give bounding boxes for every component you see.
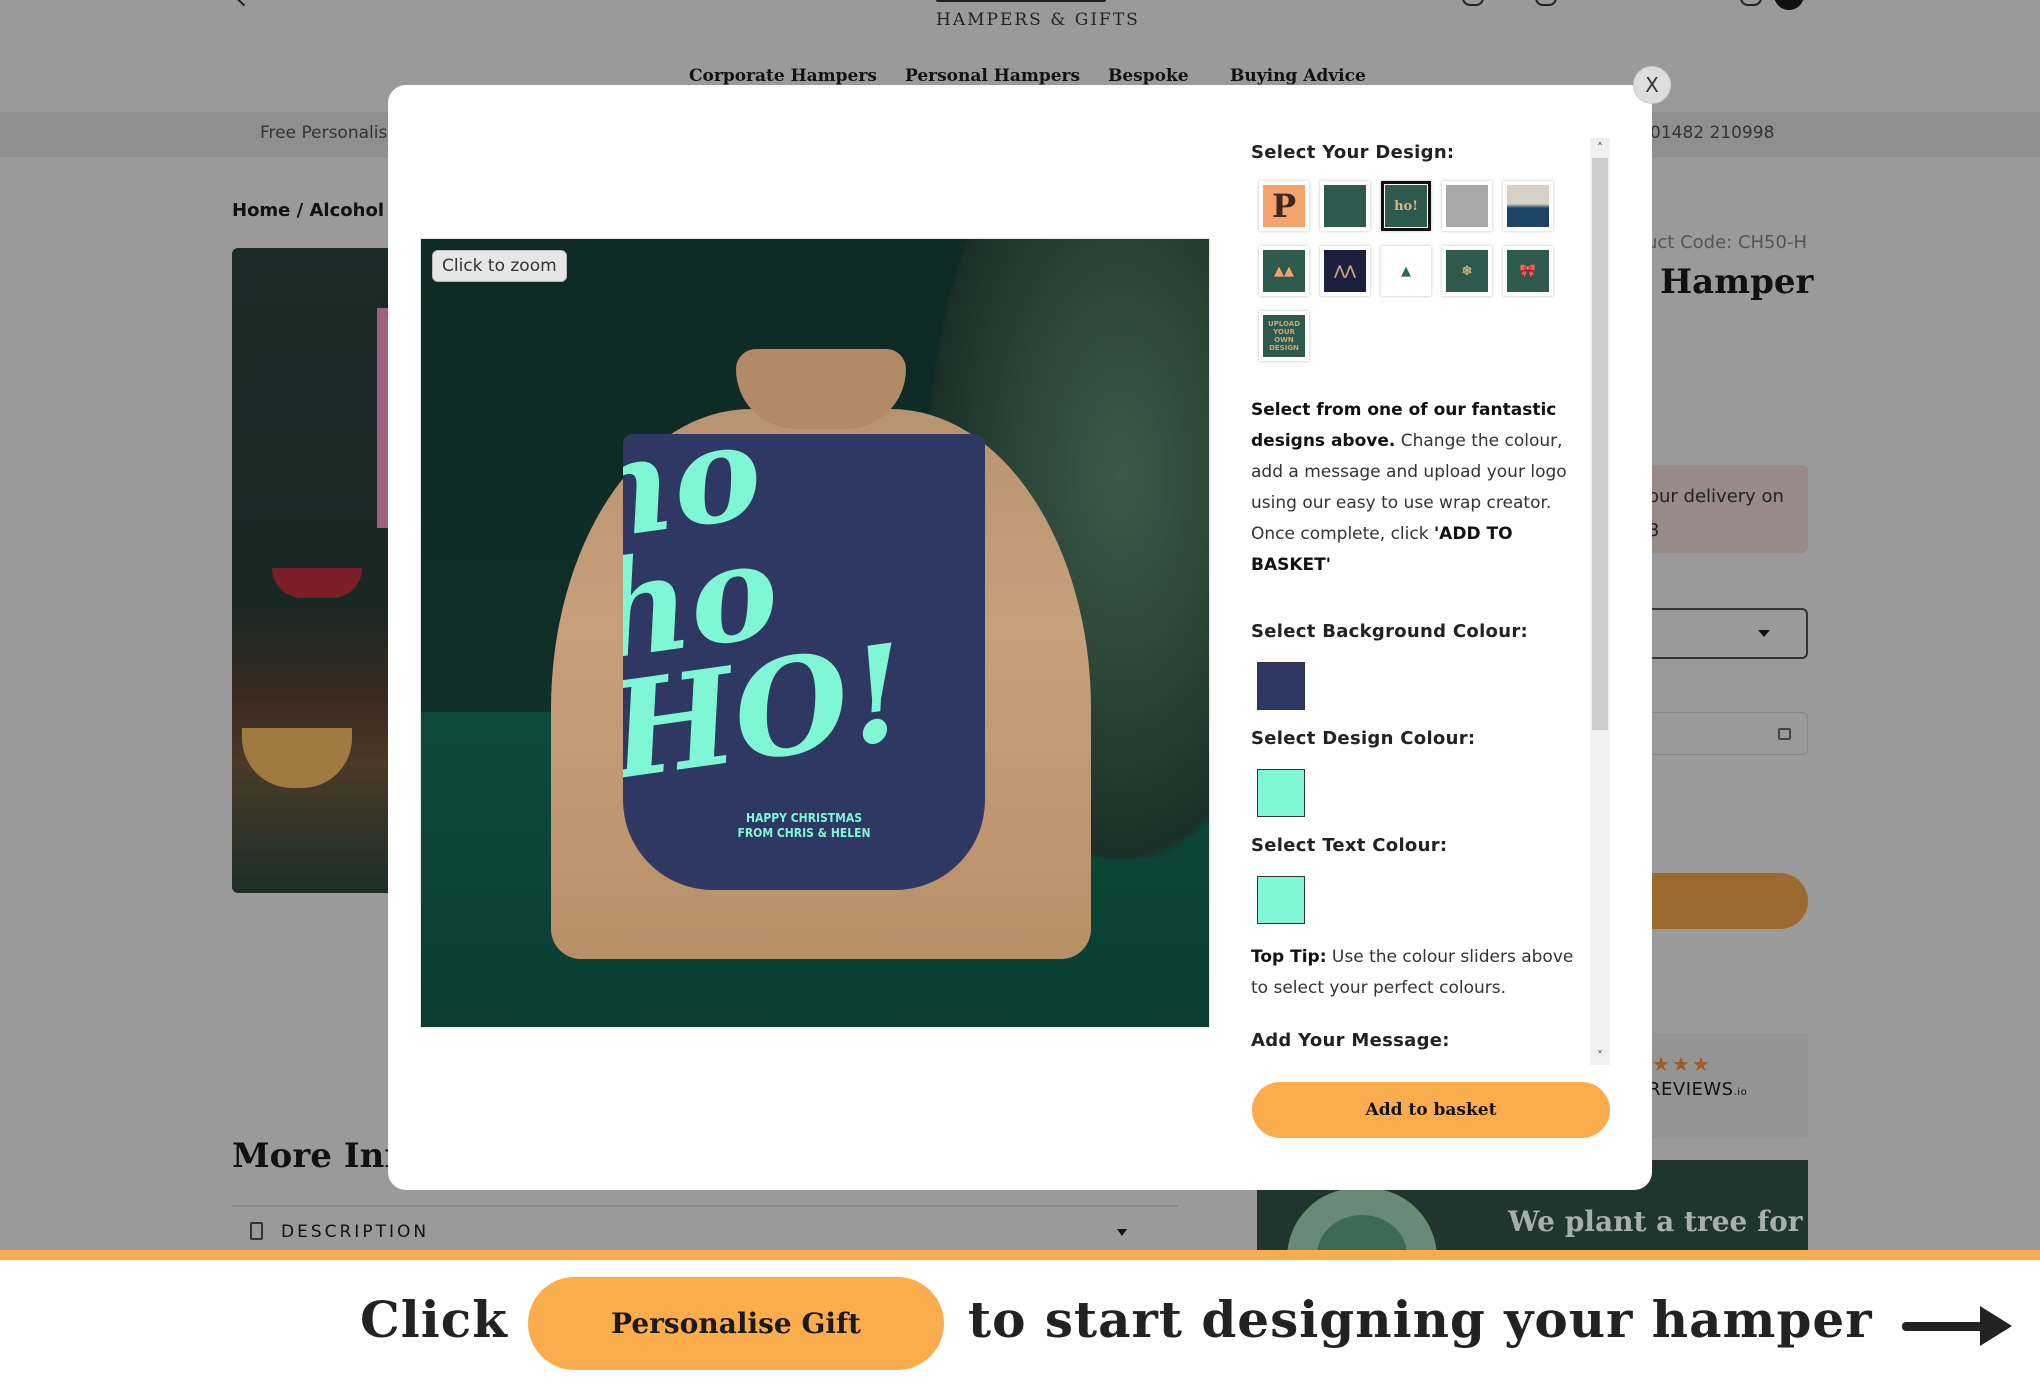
flap-message: HAPPY CHRISTMAS FROM CHRIS & HELEN [623,811,985,841]
crisps-bowl [242,728,352,788]
phone-number[interactable]: 01482 210998 [1650,123,1774,143]
design-thumbnail: UPLOAD YOUR OWN DESIGN [1263,315,1305,357]
caret-down-icon [1758,630,1770,637]
logo[interactable] [936,0,1106,2]
design-thumbnail [1324,185,1366,227]
reviews-logo: REVIEWS.io [1648,1079,1747,1100]
account-icon[interactable] [1535,0,1557,6]
delivery-date-input[interactable] [1640,712,1808,755]
design-thumbnail [1446,185,1488,227]
hessian-sack: ho ho HO! HAPPY CHRISTMAS FROM CHRIS & HEL… [531,349,1111,959]
sack-neck [736,349,906,429]
design-thumbnail [1507,185,1549,227]
personalise-gift-button[interactable]: Personalise Gift [528,1277,944,1370]
flap-design-text: ho ho HO! [623,434,917,810]
basket-icon[interactable] [1740,0,1762,6]
divider [232,1205,1178,1207]
product-gallery-image[interactable] [232,248,402,893]
delivery-text: our delivery on 3 [1648,480,1784,548]
design-option-snowy-branches[interactable] [1442,181,1492,231]
add-to-basket-button[interactable]: Add to basket [1252,1082,1610,1138]
design-thumbnail: ⋀⋀ [1324,250,1366,292]
design-colour-label: Select Design Colour: [1251,728,1476,749]
logo-subtitle: HAMPERS & GIFTS [936,10,1140,30]
design-thumbnail: ▲ [1385,250,1427,292]
document-icon [250,1222,263,1240]
background-colour-label: Select Background Colour: [1251,621,1529,642]
description-toggle[interactable]: DESCRIPTION [281,1222,429,1242]
rating-stars: ★★★ [1652,1052,1712,1076]
wishlist-icon[interactable] [1462,0,1484,6]
tip-bold: Top Tip: [1251,947,1327,967]
nav-corporate-hampers[interactable]: Corporate Hampers [689,66,877,86]
scroll-up-icon[interactable]: ˄ [1592,140,1608,156]
design-option-merry-christmas[interactable]: ▲ [1381,246,1431,296]
basket-count-badge [1774,0,1804,10]
banner-instruction-text: to start designing your hamper [968,1290,1873,1349]
cocktail-glass [272,568,362,598]
design-option-plain-green[interactable] [1320,181,1370,231]
sack-flap: ho ho HO! HAPPY CHRISTMAS FROM CHRIS & HEL… [623,434,985,890]
design-thumbnail: P [1263,185,1305,227]
top-tip: Top Tip: Use the colour sliders above to… [1251,942,1591,1004]
design-option-ho-ho-ho[interactable]: ho! [1381,181,1431,231]
design-option-trees[interactable]: ▲▲ [1259,246,1309,296]
scrollbar-thumb[interactable] [1592,158,1608,730]
design-option-red-bow[interactable]: 🎀 [1503,246,1553,296]
nav-personal-hampers[interactable]: Personal Hampers [905,66,1080,86]
design-thumbnail: ❄ [1446,250,1488,292]
scroll-down-icon[interactable]: ˅ [1592,1048,1608,1064]
flap-design-word: HO! [623,614,917,810]
reviews-suffix: .io [1733,1087,1748,1098]
text-colour-swatch[interactable] [1257,876,1305,924]
product-code: uct Code: CH50-H [1646,232,1807,253]
close-modal-button[interactable]: X [1633,66,1671,104]
design-option-upload-own[interactable]: UPLOAD YOUR OWN DESIGN [1259,311,1309,361]
caret-down-icon[interactable] [1117,1229,1127,1236]
design-option-torn-paper[interactable] [1503,181,1553,231]
delivery-line-2: 3 [1648,520,1660,541]
design-option-navy-pattern[interactable]: ⋀⋀ [1320,246,1370,296]
flap-message-line-1: HAPPY CHRISTMAS [745,811,863,825]
select-design-label: Select Your Design: [1251,142,1455,163]
calendar-icon [1778,728,1791,740]
promo-text: Free Personalis [260,123,388,143]
reviews-brand: REVIEWS [1648,1079,1734,1100]
personalise-button-bg[interactable] [1640,873,1808,929]
design-thumbnail: ho! [1385,185,1427,227]
design-options-panel: Select Your Design: Pho! ▲▲ ⋀⋀ ▲ ❄ 🎀 UPLOAD YO… [1251,138,1591,1065]
back-arrow-icon[interactable] [236,0,250,7]
delivery-line-1: our delivery on [1648,486,1784,507]
design-thumbnail: ▲▲ [1263,250,1305,292]
design-grid: Pho! ▲▲ ⋀⋀ ▲ ❄ 🎀 UPLOAD YOUR OWN DESIGN [1259,181,1591,361]
design-colour-swatch[interactable] [1257,769,1305,817]
intro-text: Select from one of our fantastic designs… [1251,395,1591,581]
design-option-snowflakes[interactable]: ❄ [1442,246,1492,296]
breadcrumb[interactable]: Home / Alcohol F [232,200,403,221]
banner-click-text: Click [360,1290,508,1349]
nav-bespoke[interactable]: Bespoke [1108,66,1189,86]
flap-message-line-2: FROM CHRIS & HELEN [737,826,871,840]
design-thumbnail: 🎀 [1507,250,1549,292]
tree-planting-text: We plant a tree for [1508,1205,1803,1238]
product-title: Hamper [1660,262,1814,302]
option-select[interactable] [1640,608,1808,659]
click-to-zoom-button[interactable]: Click to zoom [432,250,567,282]
preview-image[interactable]: ho ho HO! HAPPY CHRISTMAS FROM CHRIS & HEL… [420,238,1210,1028]
banner-accent-line [0,1250,2040,1260]
background-colour-swatch[interactable] [1257,662,1305,710]
design-option-letter-p[interactable]: P [1259,181,1309,231]
arrow-right-icon [1902,1306,2012,1346]
message-label: Add Your Message: [1251,1030,1450,1051]
nav-buying-advice[interactable]: Buying Advice [1230,66,1366,86]
text-colour-label: Select Text Colour: [1251,835,1448,856]
